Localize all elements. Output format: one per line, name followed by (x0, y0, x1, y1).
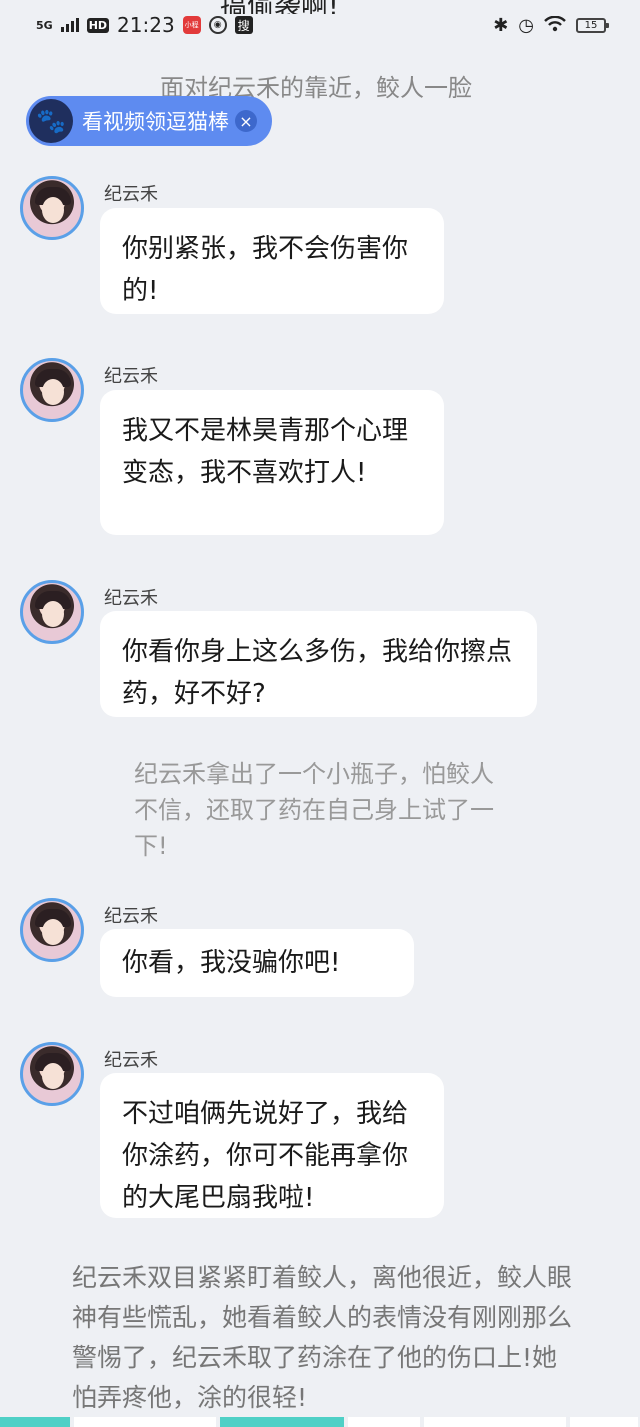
progress-segment (348, 1417, 420, 1427)
promo-label: 看视频领逗猫棒 (82, 110, 229, 134)
alarm-icon: ◷ (518, 14, 534, 36)
progress-segment (0, 1417, 70, 1427)
previous-message-fragment: 搞偷袭啊! (220, 0, 420, 14)
network-type: 5G (36, 18, 53, 32)
avatar[interactable] (20, 1042, 84, 1106)
clock: 21:23 (117, 13, 175, 37)
message-bubble[interactable]: 你看你身上这么多伤，我给你擦点药，好不好? (100, 611, 537, 717)
message-bubble[interactable]: 我又不是林昊青那个心理变态，我不喜欢打人! (100, 390, 444, 535)
wifi-icon (544, 13, 566, 37)
paw-icon: 🐾 (29, 99, 73, 143)
signal-icon (60, 18, 79, 32)
message-bubble[interactable]: 不过咱俩先说好了，我给你涂药，你可不能再拿你的大尾巴扇我啦! (100, 1073, 444, 1218)
sender-name: 纪云禾 (104, 906, 158, 927)
avatar[interactable] (20, 898, 84, 962)
progress-segment (220, 1417, 344, 1427)
sender-name: 纪云禾 (104, 184, 158, 205)
progress-segment (74, 1417, 216, 1427)
avatar[interactable] (20, 580, 84, 644)
avatar[interactable] (20, 176, 84, 240)
narration-bottom: 纪云禾双目紧紧盯着鲛人，离他很近，鲛人眼神有些慌乱，她看着鲛人的表情没有刚刚那么… (72, 1263, 573, 1412)
progress-segment (424, 1417, 566, 1427)
progress-strip (0, 1417, 640, 1427)
search-app-icon: 搜 (234, 16, 253, 34)
progress-segment (570, 1417, 638, 1427)
message-bubble[interactable]: 你别紧张，我不会伤害你的! (100, 208, 444, 314)
sender-name: 纪云禾 (104, 1050, 158, 1071)
promo-pill[interactable]: 🐾 看视频领逗猫棒 × (26, 96, 272, 146)
app-badge-icon: 小程 (182, 16, 201, 34)
sender-name: 纪云禾 (104, 588, 158, 609)
message-bubble[interactable]: 你看，我没骗你吧! (100, 929, 414, 997)
close-icon[interactable]: × (235, 110, 257, 132)
hd-icon: HD (86, 17, 110, 33)
camera-icon: ◉ (208, 16, 227, 34)
narration-middle: 纪云禾拿出了一个小瓶子，怕鲛人不信，还取了药在自己身上试了一下! (134, 760, 494, 860)
status-right: ✱ ◷ 15 (493, 13, 609, 37)
bluetooth-icon: ✱ (493, 14, 509, 36)
sender-name: 纪云禾 (104, 366, 158, 387)
status-left: 5G HD 21:23 小程 ◉ 搜 (36, 13, 253, 37)
battery-icon: 15 (576, 17, 609, 33)
avatar[interactable] (20, 358, 84, 422)
